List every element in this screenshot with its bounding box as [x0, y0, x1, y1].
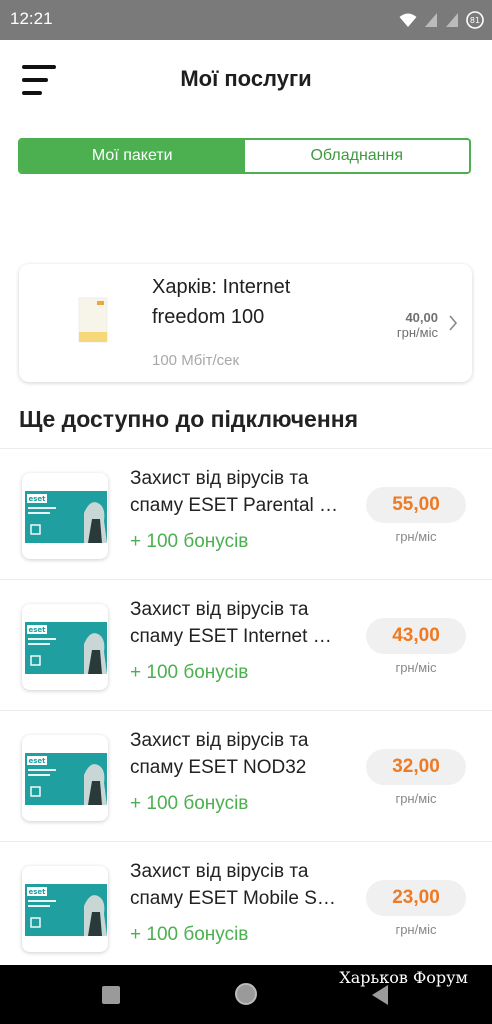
- wifi-icon: [399, 13, 417, 27]
- package-box-image: [78, 297, 108, 343]
- offer-price-button[interactable]: 43,00: [366, 618, 466, 654]
- offer-name-line2: спаму ESET Parental Control: [130, 495, 342, 516]
- offer-item[interactable]: eset Захист від вірусів та спаму ESET Mo…: [0, 841, 492, 972]
- svg-text:eset: eset: [28, 495, 46, 503]
- tab-my-packages[interactable]: Мої пакети: [20, 140, 245, 172]
- watermark: Харьков Форум: [339, 968, 468, 987]
- battery-icon: 81: [466, 11, 484, 29]
- svg-text:eset: eset: [28, 626, 46, 634]
- package-price: 40,00 грн/міс: [397, 310, 438, 340]
- offer-price-unit: грн/міс: [395, 660, 437, 675]
- package-name: Харків: Internet freedom 100: [152, 272, 342, 332]
- package-name-line2: freedom 100: [152, 306, 265, 328]
- offer-name-line1: Захист від вірусів та: [130, 730, 309, 751]
- package-speed: 100 Мбіт/сек: [152, 352, 240, 369]
- offer-price-button[interactable]: 55,00: [366, 487, 466, 523]
- status-icons: 81: [399, 10, 484, 30]
- eset-box-icon: eset: [25, 622, 107, 674]
- eset-box-image: eset: [22, 604, 108, 690]
- available-section-title: Ще доступно до підключення: [19, 406, 359, 432]
- current-package-card[interactable]: Харків: Internet freedom 100 100 Мбіт/се…: [19, 264, 472, 382]
- offer-price-button[interactable]: 32,00: [366, 749, 466, 785]
- offer-name: Захист від вірусів та спаму ESET Mobile …: [130, 858, 342, 912]
- package-name-line1: Харків: Internet: [152, 276, 291, 298]
- offer-name: Захист від вірусів та спаму ESET NOD32: [130, 727, 342, 781]
- offers-list: eset Захист від вірусів та спаму ESET Pa…: [0, 448, 492, 972]
- recents-square-icon[interactable]: [101, 985, 121, 1005]
- status-time: 12:21: [10, 9, 53, 28]
- signal-icon: [425, 13, 437, 27]
- offer-price-unit: грн/міс: [395, 922, 437, 937]
- eset-box-image: eset: [22, 473, 108, 559]
- svg-text:eset: eset: [28, 888, 46, 896]
- offer-name: Захист від вірусів та спаму ESET Interne…: [130, 596, 342, 650]
- offer-name: Захист від вірусів та спаму ESET Parenta…: [130, 465, 342, 519]
- signal-icon-2: [446, 13, 458, 27]
- eset-box-icon: eset: [25, 753, 107, 805]
- status-bar: 12:21 81: [0, 0, 492, 40]
- eset-box-image: eset: [22, 735, 108, 821]
- offer-name-line1: Захист від вірусів та: [130, 599, 309, 620]
- offer-price-unit: грн/міс: [395, 791, 437, 806]
- offer-name-line2: спаму ESET Mobile Security: [130, 888, 342, 909]
- offer-item[interactable]: eset Захист від вірусів та спаму ESET In…: [0, 579, 492, 710]
- home-circle-icon[interactable]: [233, 981, 259, 1007]
- eset-box-icon: eset: [25, 884, 107, 936]
- offer-bonus: + 100 бонусів: [130, 924, 249, 945]
- offer-price-button[interactable]: 23,00: [366, 880, 466, 916]
- tab-equipment[interactable]: Обладнання: [244, 140, 469, 172]
- package-price-unit: грн/міс: [396, 325, 438, 340]
- offer-bonus: + 100 бонусів: [130, 793, 249, 814]
- offer-item[interactable]: eset Захист від вірусів та спаму ESET NO…: [0, 710, 492, 841]
- offer-name-line1: Захист від вірусів та: [130, 468, 309, 489]
- package-price-value: 40,00: [405, 310, 438, 325]
- page-title: Мої послуги: [180, 66, 312, 91]
- offer-name-line2: спаму ESET NOD32: [130, 757, 307, 778]
- offer-bonus: + 100 бонусів: [130, 531, 249, 552]
- offer-bonus: + 100 бонусів: [130, 662, 249, 683]
- offer-item[interactable]: eset Захист від вірусів та спаму ESET Pa…: [0, 448, 492, 579]
- tab-bar: Мої пакети Обладнання: [18, 138, 471, 174]
- svg-text:81: 81: [470, 16, 480, 25]
- eset-box-image: eset: [22, 866, 108, 952]
- eset-box-icon: eset: [25, 491, 107, 543]
- offer-name-line1: Захист від вірусів та: [130, 861, 309, 882]
- svg-text:eset: eset: [28, 757, 46, 765]
- offer-name-line2: спаму ESET Internet Security: [130, 626, 342, 647]
- chevron-right-icon: [449, 315, 458, 331]
- offer-price-unit: грн/міс: [395, 529, 437, 544]
